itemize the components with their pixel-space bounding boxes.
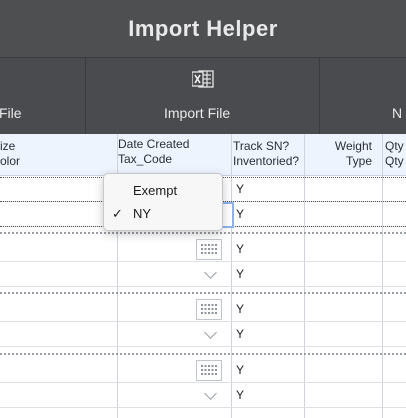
inventoried-value[interactable]: Y xyxy=(236,262,244,286)
toolbar-file-label: File xyxy=(0,105,22,121)
table-row[interactable]: Y xyxy=(0,237,406,262)
inventoried-value[interactable]: Y xyxy=(236,383,244,407)
toolbar-next-label: N xyxy=(392,105,403,121)
table-row[interactable]: Y xyxy=(0,262,406,287)
header-label: Track SN? xyxy=(233,139,290,153)
import-file-label: Import File xyxy=(164,105,231,121)
header-label: Date Created xyxy=(118,137,190,151)
inventoried-value[interactable]: Y xyxy=(236,202,244,226)
table-row[interactable]: Y xyxy=(0,358,406,383)
group-separator xyxy=(0,292,406,294)
table-row[interactable]: Y xyxy=(0,322,406,347)
header-track-inventoried: Track SN? Inventoried? xyxy=(233,139,299,169)
header-date-tax: Date Created Tax_Code xyxy=(118,137,189,167)
group-separator xyxy=(0,353,406,355)
track-sn-value[interactable]: Y xyxy=(236,358,244,382)
toolbar: File Import File N xyxy=(0,57,406,135)
group-separator xyxy=(0,232,406,234)
header-label: Inventoried? xyxy=(233,154,300,168)
window-title: Import Helper xyxy=(0,0,406,57)
dropdown-option-exempt[interactable]: Exempt xyxy=(104,180,222,202)
column-header: ize olor Date Created Tax_Code Track SN?… xyxy=(0,134,406,176)
chevron-down-icon[interactable] xyxy=(204,326,217,339)
track-sn-value[interactable]: Y xyxy=(236,177,244,201)
calendar-grid xyxy=(201,365,217,375)
header-weight-type: Weight Type xyxy=(322,139,372,169)
header-size-color: ize olor xyxy=(0,139,20,169)
track-sn-value[interactable]: Y xyxy=(236,297,244,321)
header-label: Qty xyxy=(385,154,404,168)
header-label: Weight xyxy=(334,139,372,153)
tax-code-field-focus[interactable] xyxy=(222,202,234,228)
tax-code-dropdown[interactable]: Exempt ✓ NY xyxy=(103,173,223,231)
toolbar-next-button[interactable]: N xyxy=(320,58,406,135)
header-label: Type xyxy=(345,154,372,168)
option-label: Exempt xyxy=(133,183,178,198)
calendar-icon[interactable] xyxy=(196,299,222,320)
calendar-icon[interactable] xyxy=(196,360,222,381)
chevron-down-icon[interactable] xyxy=(204,387,217,400)
calendar-grid xyxy=(201,244,217,254)
table-row[interactable]: Y xyxy=(0,297,406,322)
calendar-grid xyxy=(201,304,217,314)
calendar-icon[interactable] xyxy=(196,239,222,260)
track-sn-value[interactable]: Y xyxy=(236,237,244,261)
header-label: Qty xyxy=(385,139,404,153)
table-row[interactable]: Y xyxy=(0,383,406,408)
dropdown-option-ny[interactable]: ✓ NY xyxy=(104,203,222,225)
toolbar-file-button[interactable]: File xyxy=(0,58,85,135)
option-label: NY xyxy=(133,206,152,221)
header-label: ize xyxy=(0,139,16,153)
chevron-down-icon[interactable] xyxy=(204,266,217,279)
inventoried-value[interactable]: Y xyxy=(236,322,244,346)
header-label: Tax_Code xyxy=(118,152,173,166)
import-file-button[interactable]: Import File xyxy=(86,58,319,135)
excel-icon xyxy=(192,70,214,88)
header-label: olor xyxy=(0,154,21,168)
header-qty: Qty Qty xyxy=(385,139,404,169)
check-icon: ✓ xyxy=(112,206,123,221)
